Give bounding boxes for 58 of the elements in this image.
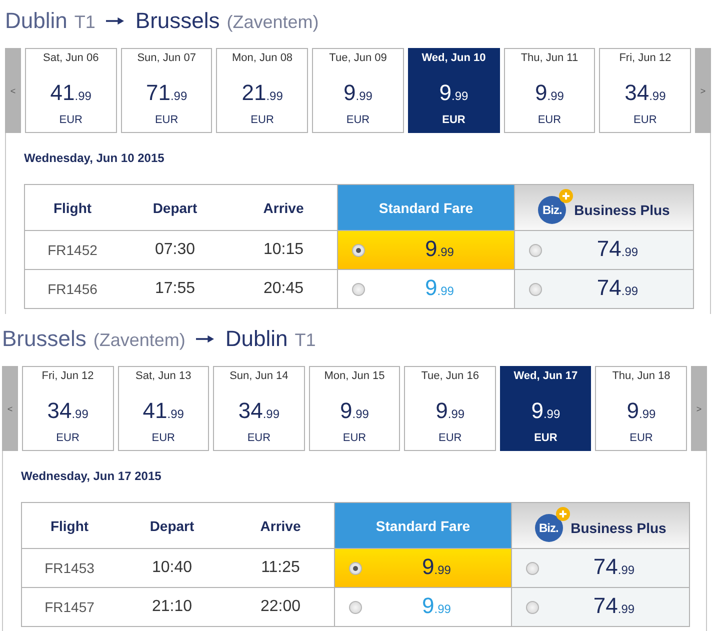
radio-button[interactable]	[529, 244, 542, 256]
city-name: Dublin	[225, 325, 288, 353]
brand-logo: Biz.	[534, 514, 563, 542]
date-tab[interactable]: Thu, Jun 18 9.99 EUR	[595, 366, 688, 451]
date-heading: Wednesday, Jun 10 2015	[24, 151, 166, 165]
airport-label: T1	[74, 11, 96, 34]
arrow-icon	[106, 17, 124, 25]
fare-price: 74.99	[596, 274, 640, 302]
date-tab[interactable]: Fri, Jun 12 34.99 EUR	[599, 48, 692, 133]
date-heading: Wednesday, Jun 17 2015	[21, 469, 162, 483]
radio-button[interactable]	[529, 282, 542, 296]
date-tab[interactable]: Thu, Jun 11 9.99 EUR	[504, 48, 596, 133]
plus-icon	[559, 188, 574, 202]
table-cell: 17:55	[120, 269, 230, 308]
fare-price: 74.99	[592, 554, 636, 580]
city-name: Dublin	[5, 7, 68, 35]
date-tab[interactable]: Tue, Jun 09 9.99 EUR	[312, 48, 404, 133]
fare-price: 9.99	[421, 554, 452, 580]
fare-price: 74.99	[596, 236, 640, 262]
date-tab[interactable]: Fri, Jun 12 34.99 EUR	[22, 366, 114, 451]
table-cell: FR1457	[22, 587, 117, 626]
brand-logo: Biz.	[538, 196, 566, 224]
date-tab[interactable]: Sat, Jun 06 41.99 EUR	[25, 48, 117, 133]
fare-price: 9.99	[424, 274, 455, 302]
date-tab[interactable]: Mon, Jun 15 9.99 EUR	[308, 366, 400, 451]
airport-label: (Zaventem)	[93, 329, 186, 352]
column-header: Standard Fare	[334, 503, 511, 548]
airport-label: (Zaventem)	[226, 11, 319, 34]
fare-price: 9.99	[424, 236, 455, 262]
fare-price: 74.99	[592, 592, 636, 620]
date-tab[interactable]: Wed, Jun 10 9.99 EUR	[408, 48, 500, 133]
table-cell: FR1453	[22, 548, 117, 587]
table-cell: FR1452	[25, 230, 120, 269]
column-label: Business Plus	[570, 520, 666, 536]
radio-button[interactable]	[349, 600, 362, 614]
date-tab[interactable]: Sat, Jun 13 41.99 EUR	[118, 366, 210, 451]
column-header: Standard Fare	[337, 185, 514, 230]
table-cell: 21:10	[117, 587, 227, 626]
radio-button[interactable]	[526, 600, 539, 614]
radio-button[interactable]	[352, 244, 365, 256]
column-label: Business Plus	[574, 202, 670, 218]
table-cell: 07:30	[120, 230, 230, 269]
date-tab[interactable]: Tue, Jun 16 9.99 EUR	[404, 366, 496, 451]
fare-price: 9.99	[421, 592, 452, 620]
arrow-icon	[196, 335, 214, 343]
radio-button[interactable]	[526, 562, 539, 574]
radio-button[interactable]	[352, 282, 365, 296]
city-name: Brussels	[2, 325, 86, 353]
city-name: Brussels	[135, 7, 220, 35]
table-cell: FR1456	[25, 269, 120, 308]
date-tab[interactable]: Sun, Jun 14 34.99 EUR	[213, 366, 305, 451]
date-tab[interactable]: Mon, Jun 08 21.99 EUR	[216, 48, 308, 133]
date-tab[interactable]: Sun, Jun 07 71.99 EUR	[120, 48, 212, 133]
table-cell: 10:40	[117, 548, 227, 587]
radio-button[interactable]	[349, 562, 362, 574]
airport-label: T1	[294, 329, 316, 352]
date-tab[interactable]: Wed, Jun 17 9.99 EUR	[500, 366, 592, 451]
plus-icon	[556, 506, 570, 520]
